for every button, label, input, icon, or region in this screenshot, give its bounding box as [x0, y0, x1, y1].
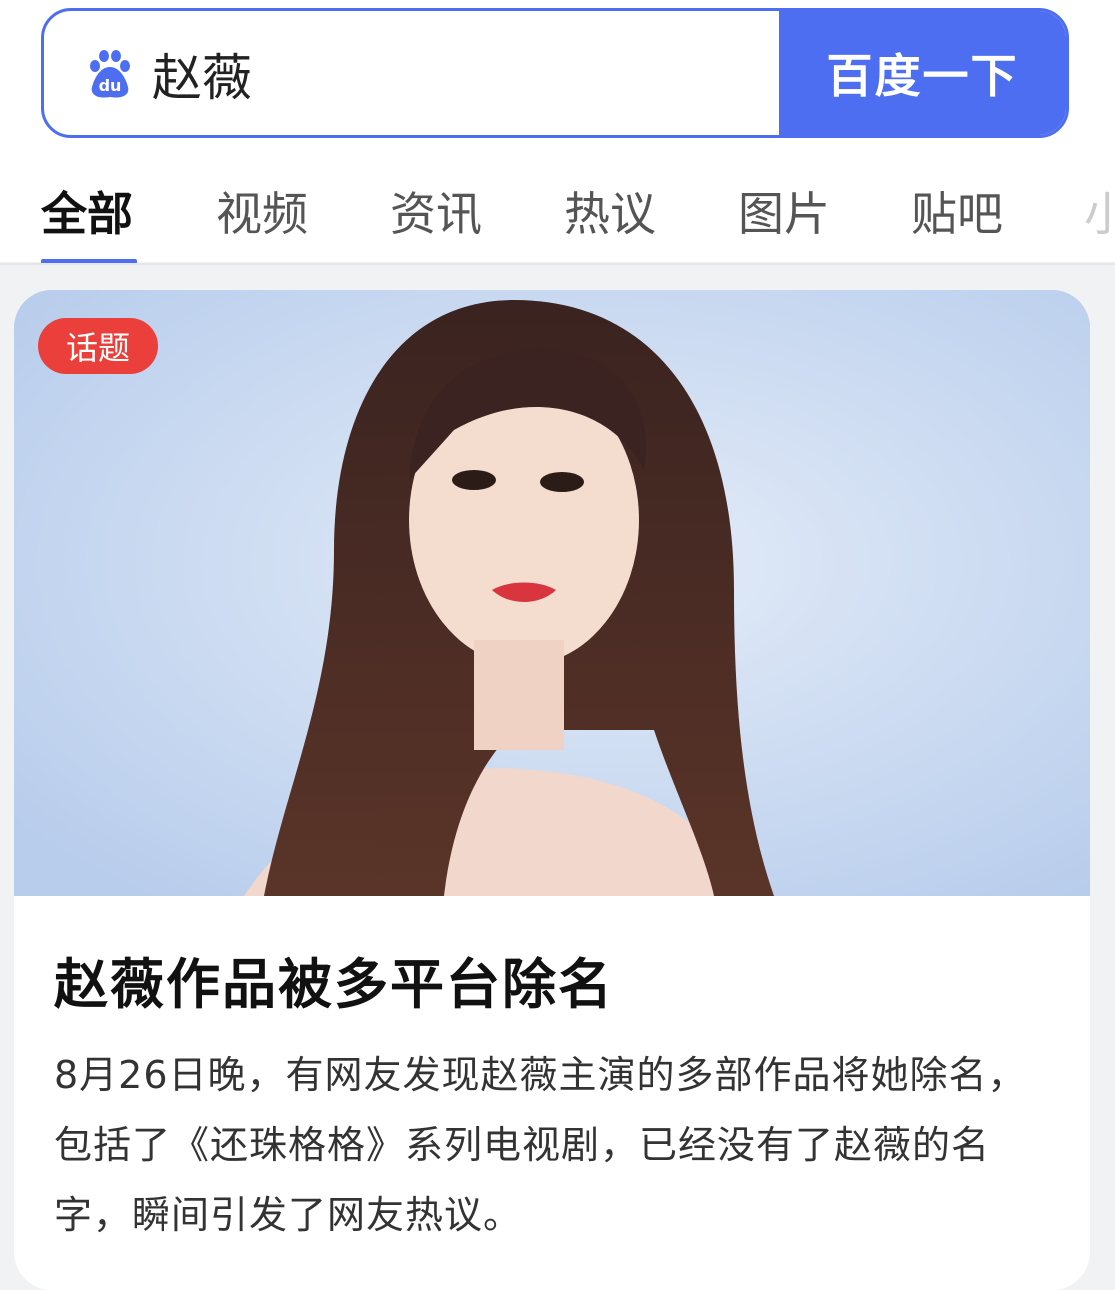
tab-tieba[interactable]: 贴吧 [911, 178, 1003, 244]
search-box[interactable]: du 百度一下 [41, 8, 1069, 138]
topic-cover-image[interactable]: 话题 [14, 290, 1090, 896]
tab-bar: 全部 视频 资讯 热议 图片 贴吧 小 [0, 150, 1115, 262]
search-input[interactable] [152, 29, 752, 119]
topic-card[interactable]: 话题 赵薇作品被多平台除名 8月26日晚，有网友发现赵薇主演的多部作品将她除名，… [14, 290, 1090, 1290]
header-divider [0, 263, 1115, 265]
topic-title[interactable]: 赵薇作品被多平台除名 [54, 940, 614, 1019]
tab-images[interactable]: 图片 [738, 178, 830, 244]
tab-news[interactable]: 资讯 [390, 178, 482, 244]
search-button[interactable]: 百度一下 [779, 11, 1066, 135]
topic-summary: 8月26日晚，有网友发现赵薇主演的多部作品将她除名，包括了《还珠格格》系列电视剧… [54, 1053, 1027, 1237]
search-header: du 百度一下 全部 视频 资讯 热议 图片 贴吧 小 [0, 0, 1115, 265]
tab-more[interactable]: 小 [1084, 178, 1115, 244]
tab-video[interactable]: 视频 [216, 178, 308, 244]
topic-badge: 话题 [38, 318, 158, 374]
logo-text: du [99, 76, 122, 95]
baidu-paw-logo-icon: du [90, 50, 130, 98]
portrait-illustration [14, 290, 1090, 896]
tab-discussion[interactable]: 热议 [564, 178, 656, 244]
tab-all[interactable]: 全部 [41, 178, 133, 244]
